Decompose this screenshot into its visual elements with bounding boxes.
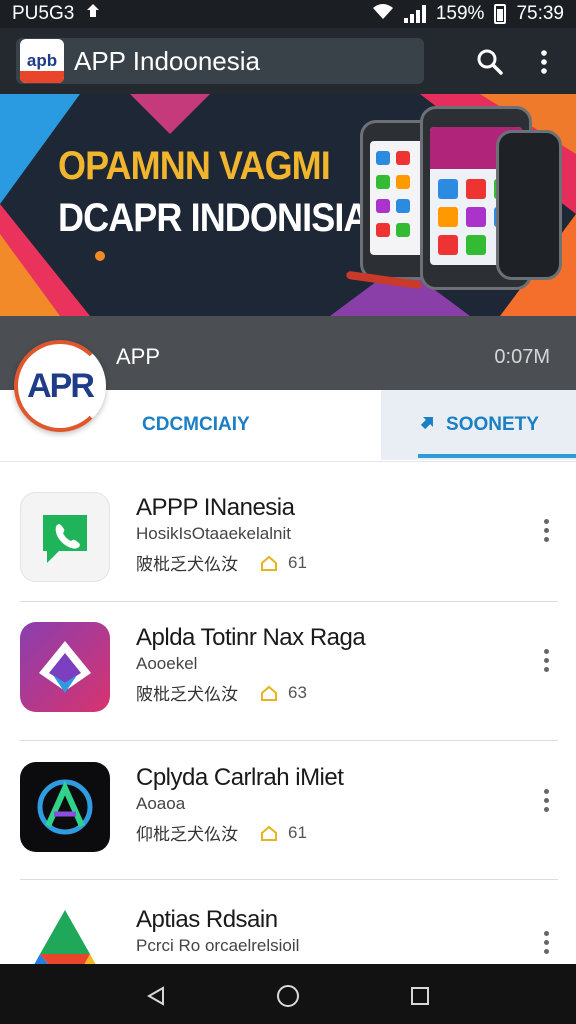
promo-banner[interactable]: OPAMNN VAGMI DCAPR INDONISIA — [0, 94, 576, 316]
item-overflow-button[interactable] — [532, 780, 560, 820]
app-header-size: 0:07M — [494, 346, 550, 368]
signal-icon — [403, 5, 426, 23]
list-item[interactable]: APPP INanesia HosikIsOtaaekelalnit 陂枇乏犬仫… — [0, 462, 576, 602]
list-item[interactable]: Cplyda Carlrah iMiet Aoaoa 仰枇乏犬仫汝 61 — [0, 732, 576, 872]
app-header-logo-text: APR — [27, 366, 95, 405]
app-title: Aplda Totinr Nax Raga — [136, 624, 366, 651]
app-meta-text: 陂枇乏犬仫汝 — [136, 685, 238, 704]
overflow-menu-button[interactable] — [524, 42, 564, 82]
home-rating-icon — [261, 825, 277, 841]
recents-button[interactable] — [402, 978, 438, 1014]
app-subtitle: Pcrci Ro orcaelrelsioil — [136, 936, 300, 955]
back-button[interactable] — [138, 978, 174, 1014]
app-header-logo: APR — [14, 340, 106, 432]
app-rating-value: 61 — [288, 822, 307, 842]
app-rating-value: 61 — [288, 552, 307, 572]
app-title: Cplyda Carlrah iMiet — [136, 764, 344, 791]
notification-icon — [84, 2, 102, 26]
tab-indicator — [418, 454, 576, 458]
letter-a-app-icon — [20, 762, 110, 852]
more-vert-icon — [541, 50, 547, 74]
phone-mockup-right — [496, 130, 562, 280]
home-rating-icon — [261, 555, 277, 571]
wifi-icon — [372, 2, 394, 26]
home-button[interactable] — [270, 978, 306, 1014]
app-subtitle: HosikIsOtaaekelalnit — [136, 524, 291, 543]
app-bar: apb APP Indoonesia — [0, 28, 576, 94]
tab-category-label: CDCMCIAIY — [142, 414, 250, 435]
app-rating: 61 — [260, 553, 307, 573]
battery-icon — [494, 4, 507, 24]
app-header-name: APP — [116, 344, 161, 369]
item-overflow-button[interactable] — [532, 922, 560, 962]
app-logo: apb — [20, 39, 64, 83]
home-rating-icon — [261, 685, 277, 701]
status-bar: PU5G3 159% 75:39 — [0, 0, 576, 28]
diamond-app-icon — [20, 622, 110, 712]
app-rating: 61 — [260, 823, 307, 843]
item-overflow-button[interactable] — [532, 510, 560, 550]
app-rating: 63 — [260, 683, 307, 703]
phone-app-icon — [20, 492, 110, 582]
app-subtitle: Aoaoa — [136, 794, 186, 813]
item-overflow-button[interactable] — [532, 640, 560, 680]
list-item[interactable]: Aplda Totinr Nax Raga Aooekel 陂枇乏犬仫汝 63 — [0, 592, 576, 732]
back-triangle-icon — [146, 986, 164, 1006]
recents-square-icon — [411, 987, 429, 1005]
status-time: 75:39 — [516, 3, 564, 24]
tab-society[interactable]: SOONETY — [381, 390, 576, 460]
search-button[interactable] — [470, 42, 510, 82]
app-title: APPP INanesia — [136, 494, 295, 521]
home-circle-icon — [277, 985, 299, 1007]
tab-society-label: SOONETY — [446, 414, 539, 435]
battery-percent: 159% — [435, 3, 485, 24]
app-logo-text: apb — [26, 51, 58, 70]
app-subtitle: Aooekel — [136, 654, 198, 673]
banner-subheadline: DCAPR INDONISIA — [58, 196, 369, 240]
app-meta: 陂枇乏犬仫汝 63 — [136, 680, 307, 705]
banner-headline: OPAMNN VAGMI — [58, 144, 331, 188]
app-title-bar[interactable]: apb APP Indoonesia — [16, 38, 424, 84]
system-nav-bar — [0, 964, 576, 1024]
search-icon — [477, 49, 503, 75]
app-title: APP Indoonesia — [74, 45, 260, 76]
app-meta: 仰枇乏犬仫汝 61 — [136, 820, 307, 845]
app-rating-value: 63 — [288, 682, 307, 702]
app-title: Aptias Rdsain — [136, 906, 278, 933]
app-meta: 陂枇乏犬仫汝 61 — [136, 550, 307, 575]
carrier-label: PU5G3 — [12, 3, 75, 24]
app-meta-text: 陂枇乏犬仫汝 — [136, 555, 238, 574]
app-meta-text: 仰枇乏犬仫汝 — [136, 825, 238, 844]
pin-icon — [418, 412, 438, 438]
